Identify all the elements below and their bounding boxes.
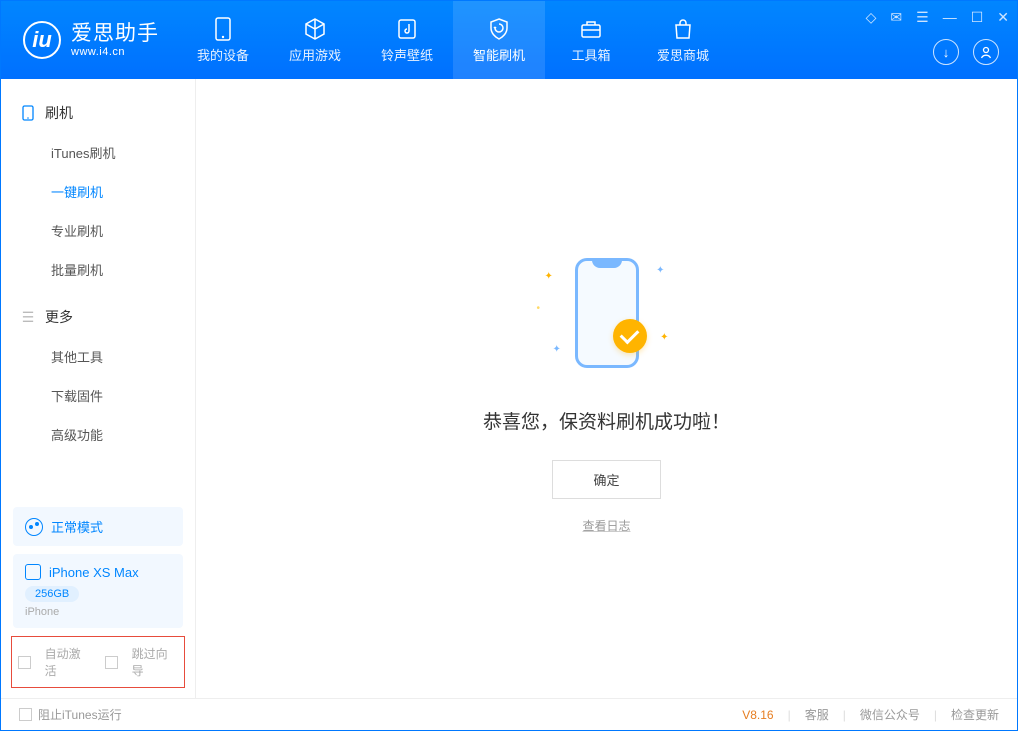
skip-guide-label: 跳过向导 [132,645,178,679]
sidebar-item-itunes-flash[interactable]: iTunes刷机 [1,133,195,172]
sidebar-item-download-firmware[interactable]: 下载固件 [1,376,195,415]
footer-link-wechat[interactable]: 微信公众号 [860,706,920,723]
sidebar-item-batch-flash[interactable]: 批量刷机 [1,250,195,289]
sparkle-icon: ✦ [660,332,668,343]
view-log-link[interactable]: 查看日志 [582,517,630,534]
tab-label: 智能刷机 [473,45,525,64]
sidebar-item-other-tools[interactable]: 其他工具 [1,337,195,376]
cube-icon [303,17,327,41]
version-label: V8.16 [742,708,773,722]
device-card[interactable]: iPhone XS Max 256GB iPhone [13,554,183,628]
tab-my-device[interactable]: 我的设备 [177,1,269,79]
storage-badge: 256GB [25,586,79,602]
window-controls: ◇ ✉ ☰ ― ☐ ✕ [866,9,1009,26]
device-name: iPhone XS Max [49,565,139,580]
footer-link-update[interactable]: 检查更新 [951,706,999,723]
sparkle-icon: ✦ [553,344,561,355]
download-icon[interactable]: ↓ [933,39,959,65]
auto-activate-label: 自动激活 [45,645,91,679]
header: iu 爱思助手 www.i4.cn 我的设备 应用游戏 铃声壁纸 智能刷机 工具… [1,1,1017,79]
sidebar-group-flash: 刷机 [1,97,195,133]
tab-label: 我的设备 [197,45,249,64]
tab-apps-games[interactable]: 应用游戏 [269,1,361,79]
feedback-icon[interactable]: ✉ [890,9,902,26]
success-message: 恭喜您，保资料刷机成功啦！ [483,407,730,434]
tab-store[interactable]: 爱思商城 [637,1,729,79]
check-icon [613,319,647,353]
sparkle-icon: ✦ [545,271,553,282]
tab-label: 应用游戏 [289,45,341,64]
device-icon [211,17,235,41]
block-itunes-checkbox[interactable] [19,708,32,721]
maximize-icon[interactable]: ☐ [971,9,984,26]
tab-ringtone-wallpaper[interactable]: 铃声壁纸 [361,1,453,79]
group-title: 刷机 [45,103,73,123]
mode-label: 正常模式 [51,517,103,536]
music-icon [395,17,419,41]
tshirt-icon[interactable]: ◇ [866,9,877,26]
content-area: ✦ ✦ ✦ ✦ • 恭喜您，保资料刷机成功啦！ 确定 查看日志 [196,79,1017,698]
app-name: 爱思助手 [71,22,159,45]
mode-card[interactable]: 正常模式 [13,507,183,546]
separator: | [934,708,937,722]
app-url: www.i4.cn [71,46,159,58]
footer: 阻止iTunes运行 V8.16 | 客服 | 微信公众号 | 检查更新 [1,698,1017,730]
separator: | [843,708,846,722]
tab-label: 爱思商城 [657,45,709,64]
close-icon[interactable]: ✕ [997,9,1009,26]
phone-icon [21,106,35,120]
tab-label: 工具箱 [571,45,610,64]
header-right-icons: ↓ [933,39,999,65]
main-tabs: 我的设备 应用游戏 铃声壁纸 智能刷机 工具箱 爱思商城 [177,1,729,79]
menu-icon[interactable]: ☰ [916,9,929,26]
shield-icon [487,17,511,41]
logo: iu 爱思助手 www.i4.cn [1,21,177,59]
mode-icon [25,518,43,536]
device-icon [25,564,41,580]
tab-toolbox[interactable]: 工具箱 [545,1,637,79]
sparkle-icon: ✦ [656,265,664,276]
sidebar-group-more: ☰ 更多 [1,301,195,337]
footer-link-support[interactable]: 客服 [805,706,829,723]
skip-guide-checkbox[interactable] [105,656,118,669]
block-itunes-label: 阻止iTunes运行 [38,706,122,723]
sidebar-item-advanced[interactable]: 高级功能 [1,415,195,454]
sidebar-item-oneclick-flash[interactable]: 一键刷机 [1,172,195,211]
sidebar-item-pro-flash[interactable]: 专业刷机 [1,211,195,250]
tab-smart-flash[interactable]: 智能刷机 [453,1,545,79]
checkbox-row: 自动激活 跳过向导 [11,636,185,688]
ok-button[interactable]: 确定 [552,460,660,499]
sparkle-icon: • [537,303,541,314]
sidebar: 刷机 iTunes刷机 一键刷机 专业刷机 批量刷机 ☰ 更多 其他工具 下载固… [1,79,196,698]
device-type: iPhone [25,606,171,618]
group-title: 更多 [45,307,73,327]
separator: | [788,708,791,722]
tab-label: 铃声壁纸 [381,45,433,64]
list-icon: ☰ [21,310,35,324]
auto-activate-checkbox[interactable] [18,656,31,669]
bag-icon [671,17,695,41]
toolbox-icon [579,17,603,41]
user-icon[interactable] [973,39,999,65]
logo-icon: iu [23,21,61,59]
minimize-icon[interactable]: ― [943,9,957,26]
success-illustration: ✦ ✦ ✦ ✦ • [537,243,677,383]
